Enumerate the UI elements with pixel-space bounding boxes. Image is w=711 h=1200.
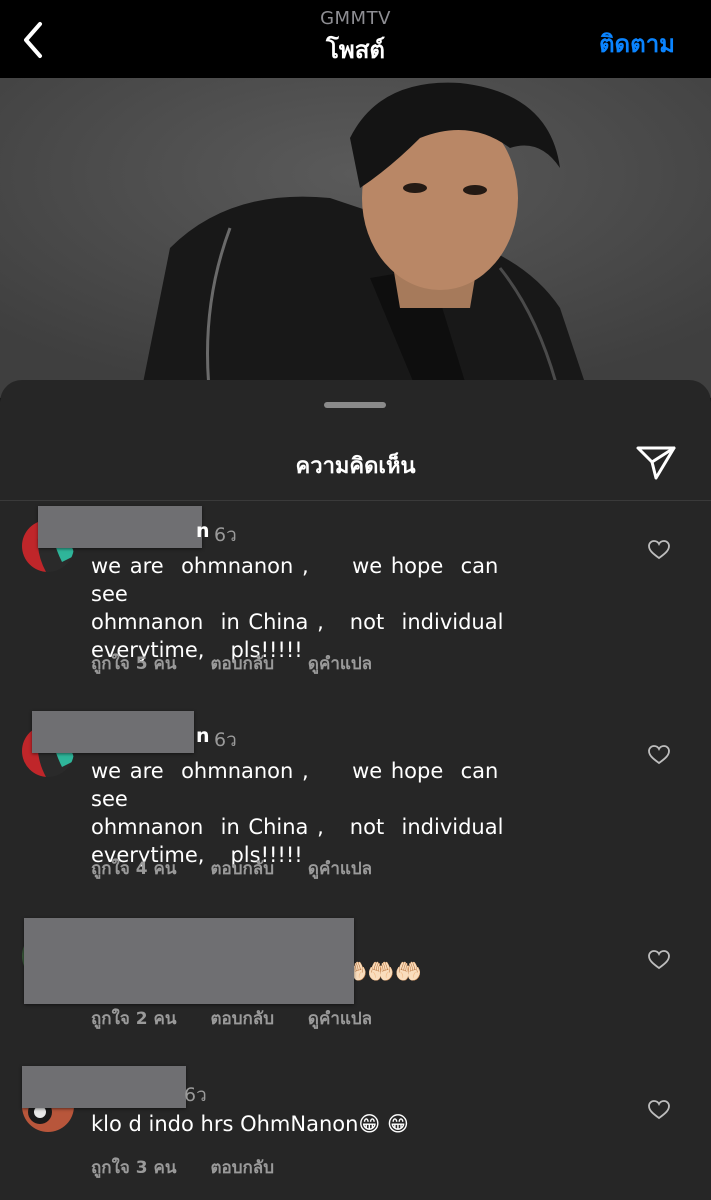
sheet-grabber[interactable] [324, 402, 386, 408]
comment-text: we are ohmnanon , we hope can see ohmnan… [91, 554, 504, 662]
comment-actions: ถูกใจ 5 คน ตอบกลับ ดูคำแปล [91, 650, 400, 677]
heart-outline-icon [648, 950, 670, 970]
comment-text: klo d indo hrs OhmNanon😁 😁 [91, 1112, 409, 1136]
comments-title: ความคิดเห็น [295, 454, 416, 479]
like-button[interactable] [648, 1100, 670, 1120]
translate-button[interactable]: ดูคำแปล [308, 859, 372, 879]
redacted-username [38, 506, 202, 548]
likes-count[interactable]: ถูกใจ 5 คน [91, 654, 177, 674]
top-bar: GMMTV โพสต์ ติดตาม [0, 0, 711, 78]
redacted-username [32, 711, 194, 753]
like-button[interactable] [648, 950, 670, 970]
post-photo-figure [0, 78, 711, 398]
likes-count[interactable]: ถูกใจ 4 คน [91, 859, 177, 879]
comment-time: 6ว [214, 729, 237, 751]
translate-button[interactable]: ดูคำแปล [308, 1009, 372, 1029]
comment-item: n 6ว we are ohmnanon , we hope can see o… [0, 705, 711, 905]
username-fragment[interactable]: n [196, 520, 210, 542]
heart-outline-icon [648, 745, 670, 765]
post-photo [0, 78, 711, 398]
reply-button[interactable]: ตอบกลับ [210, 654, 274, 674]
comment-text: we are ohmnanon , we hope can see ohmnan… [91, 759, 504, 867]
heart-outline-icon [648, 540, 670, 560]
reply-button[interactable]: ตอบกลับ [210, 1158, 274, 1178]
share-button[interactable] [634, 442, 678, 482]
comment-actions: ถูกใจ 4 คน ตอบกลับ ดูคำแปล [91, 855, 400, 882]
like-button[interactable] [648, 745, 670, 765]
follow-button[interactable]: ติดตาม [599, 24, 675, 63]
paper-plane-icon [636, 446, 676, 480]
reply-button[interactable]: ตอบกลับ [210, 859, 274, 879]
comment-time: 6ว [184, 1084, 207, 1106]
comment-actions: ถูกใจ 3 คน ตอบกลับ [91, 1154, 302, 1181]
redacted-username [22, 1066, 186, 1108]
comment-item: 6ว klo d indo hrs OhmNanon😁 😁 ถูกใจ 3 คน… [0, 1060, 711, 1200]
likes-count[interactable]: ถูกใจ 3 คน [91, 1158, 177, 1178]
comments-sheet: ความคิดเห็น n 6ว we are ohmnanon , we ho… [0, 380, 711, 1200]
translate-button[interactable]: ดูคำแปล [308, 654, 372, 674]
comment-actions: ถูกใจ 2 คน ตอบกลับ ดูคำแปล [91, 1005, 400, 1032]
username-fragment[interactable]: n [196, 725, 210, 747]
heart-outline-icon [648, 1100, 670, 1120]
comment-time: 6ว [214, 524, 237, 546]
reply-button[interactable]: ตอบกลับ [210, 1009, 274, 1029]
like-button[interactable] [648, 540, 670, 560]
redacted-comment [24, 918, 354, 1004]
comment-item: 🤲🏻🤲🏻🤲🏻 ถูกใจ 2 คน ตอบกลับ ดูคำแปล [0, 910, 711, 1060]
comment-item: n 6ว we are ohmnanon , we hope can see o… [0, 500, 711, 700]
likes-count[interactable]: ถูกใจ 2 คน [91, 1009, 177, 1029]
